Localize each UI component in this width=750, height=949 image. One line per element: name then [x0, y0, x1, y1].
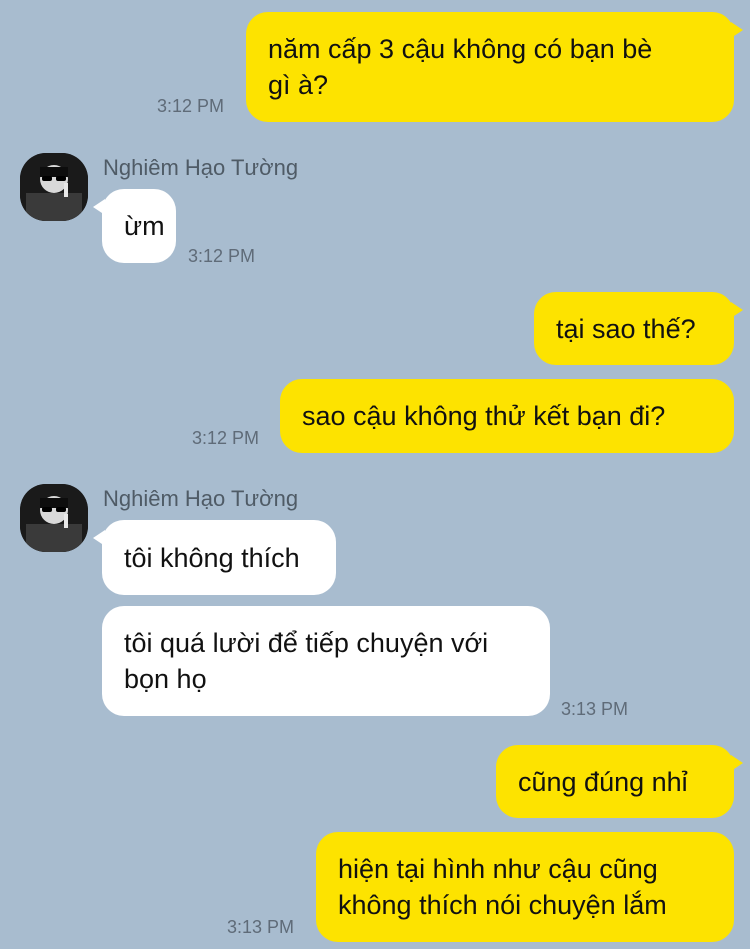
message-timestamp: 3:13 PM	[561, 699, 629, 719]
message-line: bọn họ	[124, 664, 207, 694]
sender-name: Nghiêm Hạo Tường	[103, 155, 299, 180]
message-line: tại sao thế?	[556, 313, 696, 344]
message-line: tôi quá lười để tiếp chuyện với	[124, 628, 489, 658]
message-line: ừm	[124, 211, 165, 241]
profile-photo-icon	[20, 153, 88, 221]
message-line: không thích nói chuyện lắm	[338, 890, 667, 920]
message-bubble[interactable]: ừm	[93, 189, 176, 263]
message-line: tôi không thích	[124, 542, 300, 573]
avatar[interactable]	[20, 484, 88, 552]
message-timestamp: 3:12 PM	[188, 246, 256, 266]
message-timestamp: 3:12 PM	[157, 96, 225, 116]
message-line: sao cậu không thử kết bạn đi?	[302, 401, 666, 431]
message-bubble[interactable]: năm cấp 3 cậu không có bạn bè gì à?	[246, 12, 743, 122]
message-bubble[interactable]: tại sao thế?	[534, 292, 743, 365]
sender-name: Nghiêm Hạo Tường	[103, 486, 299, 511]
message-line: gì à?	[268, 70, 329, 100]
message-bubble[interactable]: sao cậu không thử kết bạn đi?	[280, 379, 734, 453]
message-line: hiện tại hình như cậu cũng	[338, 854, 658, 884]
avatar[interactable]	[20, 153, 88, 221]
message-timestamp: 3:12 PM	[192, 428, 260, 448]
message-line: năm cấp 3 cậu không có bạn bè	[268, 34, 653, 64]
message-bubble[interactable]: tôi quá lười để tiếp chuyện với bọn họ	[102, 606, 550, 716]
message-bubble[interactable]: cũng đúng nhỉ	[496, 745, 743, 818]
message-bubble[interactable]: tôi không thích	[93, 520, 336, 595]
profile-photo-icon	[20, 484, 88, 552]
message-line: cũng đúng nhỉ	[518, 766, 688, 797]
message-bubble[interactable]: hiện tại hình như cậu cũng không thích n…	[316, 832, 734, 942]
message-timestamp: 3:13 PM	[227, 917, 295, 937]
